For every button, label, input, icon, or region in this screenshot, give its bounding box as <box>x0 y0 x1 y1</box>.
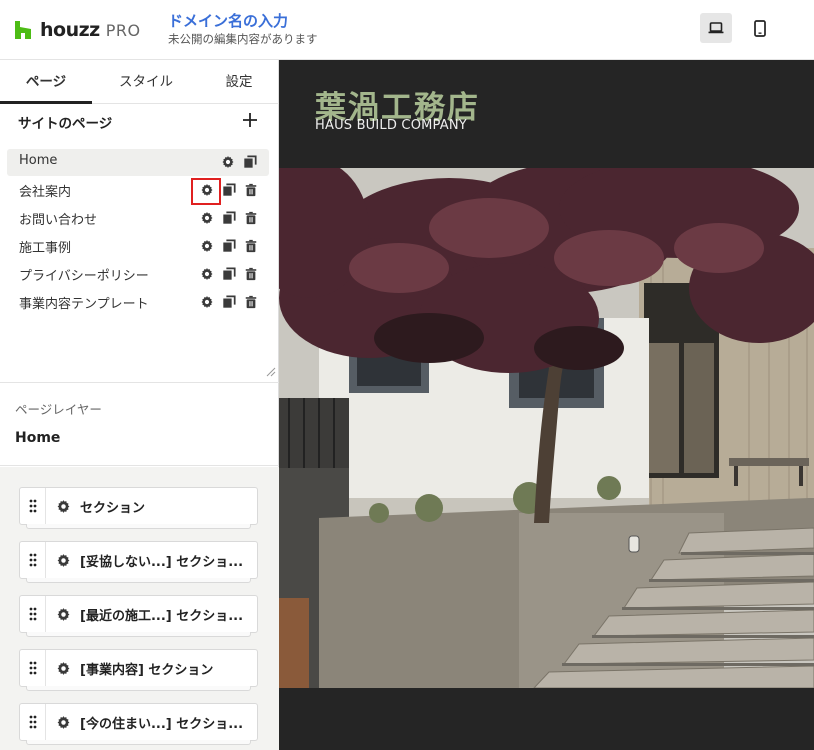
drag-handle-icon[interactable] <box>20 542 46 578</box>
page-item-label: 事業内容テンプレート <box>19 297 149 312</box>
copy-icon[interactable] <box>222 295 236 309</box>
desktop-icon <box>708 22 724 34</box>
tab-settings[interactable]: 設定 <box>200 60 278 104</box>
section-title: [今の住まい...] セクショ... <box>80 717 244 732</box>
gear-icon[interactable] <box>200 295 214 309</box>
gear-icon[interactable] <box>56 715 71 730</box>
drag-handle-icon[interactable] <box>20 488 46 524</box>
page-item-home[interactable]: Home <box>7 149 269 176</box>
domain-name-link[interactable]: ドメイン名の入力 <box>168 10 288 31</box>
section-item[interactable]: [事業内容] セクション <box>19 649 258 691</box>
gear-icon[interactable] <box>200 211 214 225</box>
mobile-icon <box>754 19 766 37</box>
trash-icon[interactable] <box>244 183 258 197</box>
page-item-template[interactable]: 事業内容テンプレート <box>7 289 269 316</box>
desktop-view-button[interactable] <box>700 13 732 43</box>
trash-icon[interactable] <box>244 239 258 253</box>
logo-text: houzz <box>40 19 100 41</box>
tab-pages[interactable]: ページ <box>0 60 92 104</box>
gear-icon[interactable] <box>200 267 214 281</box>
mobile-view-button[interactable] <box>744 13 776 43</box>
houzz-logo[interactable]: houzz PRO <box>14 18 141 42</box>
section-item[interactable]: [今の住まい...] セクショ... <box>19 703 258 745</box>
drag-handle-icon[interactable] <box>20 650 46 686</box>
section-title: [妥協しない...] セクショ... <box>80 555 244 570</box>
site-preview: 葉渦工務店 HAUS BUILD COMPANY <box>279 60 814 750</box>
section-item[interactable]: [妥協しない...] セクショ... <box>19 541 258 583</box>
unpublished-status: 未公開の編集内容があります <box>168 32 318 46</box>
gear-icon[interactable] <box>56 499 71 514</box>
section-item[interactable]: セクション <box>19 487 258 529</box>
gear-icon[interactable] <box>56 553 71 568</box>
site-subtitle[interactable]: HAUS BUILD COMPANY <box>315 118 467 133</box>
page-item-works[interactable]: 施工事例 <box>7 233 269 260</box>
trash-icon[interactable] <box>244 267 258 281</box>
plus-icon <box>243 113 257 127</box>
gear-icon[interactable] <box>200 239 214 253</box>
tab-style[interactable]: スタイル <box>100 60 192 104</box>
app-header: houzz PRO ドメイン名の入力 未公開の編集内容があります <box>0 0 814 60</box>
trash-icon[interactable] <box>244 295 258 309</box>
copy-icon[interactable] <box>222 239 236 253</box>
section-item[interactable]: [最近の施工...] セクショ... <box>19 595 258 637</box>
page-item-privacy[interactable]: プライバシーポリシー <box>7 261 269 288</box>
hero-image[interactable] <box>279 168 814 688</box>
page-item-label: Home <box>19 153 58 168</box>
copy-icon[interactable] <box>222 211 236 225</box>
houzz-logo-icon <box>15 21 31 39</box>
sidebar-tabs: ページ スタイル 設定 <box>0 60 279 104</box>
page-item-company[interactable]: 会社案内 <box>7 177 269 205</box>
gear-icon[interactable] <box>56 661 71 676</box>
copy-icon[interactable] <box>222 183 236 197</box>
page-item-contact[interactable]: お問い合わせ <box>7 205 269 232</box>
section-title: [事業内容] セクション <box>80 663 214 678</box>
trash-icon[interactable] <box>244 211 258 225</box>
gear-icon[interactable] <box>56 607 71 622</box>
resize-handle[interactable] <box>264 365 276 377</box>
page-layer-name: Home <box>15 430 61 446</box>
copy-icon[interactable] <box>222 267 236 281</box>
page-layer-panel: ページレイヤー Home <box>0 382 279 466</box>
section-title: セクション <box>80 501 146 516</box>
section-title: [最近の施工...] セクショ... <box>80 609 244 624</box>
add-page-button[interactable] <box>240 110 260 130</box>
drag-handle-icon[interactable] <box>20 704 46 740</box>
gear-icon[interactable] <box>200 183 214 197</box>
page-layer-label: ページレイヤー <box>15 402 102 417</box>
drag-handle-icon[interactable] <box>20 596 46 632</box>
page-item-label: プライバシーポリシー <box>19 269 149 284</box>
page-item-label: お問い合わせ <box>19 213 98 228</box>
page-item-label: 会社案内 <box>19 185 72 200</box>
copy-icon[interactable] <box>243 155 257 169</box>
logo-pro: PRO <box>105 20 141 40</box>
section-list: セクション [妥協しない...] セクショ... [最近の施工...] セクショ… <box>0 467 279 750</box>
page-item-label: 施工事例 <box>19 241 72 256</box>
editor-sidebar: ページ スタイル 設定 サイトのページ Home 会社案内 お問い合わせ 施工事… <box>0 60 279 750</box>
gear-icon[interactable] <box>221 155 235 169</box>
site-pages-heading: サイトのページ <box>18 116 113 132</box>
